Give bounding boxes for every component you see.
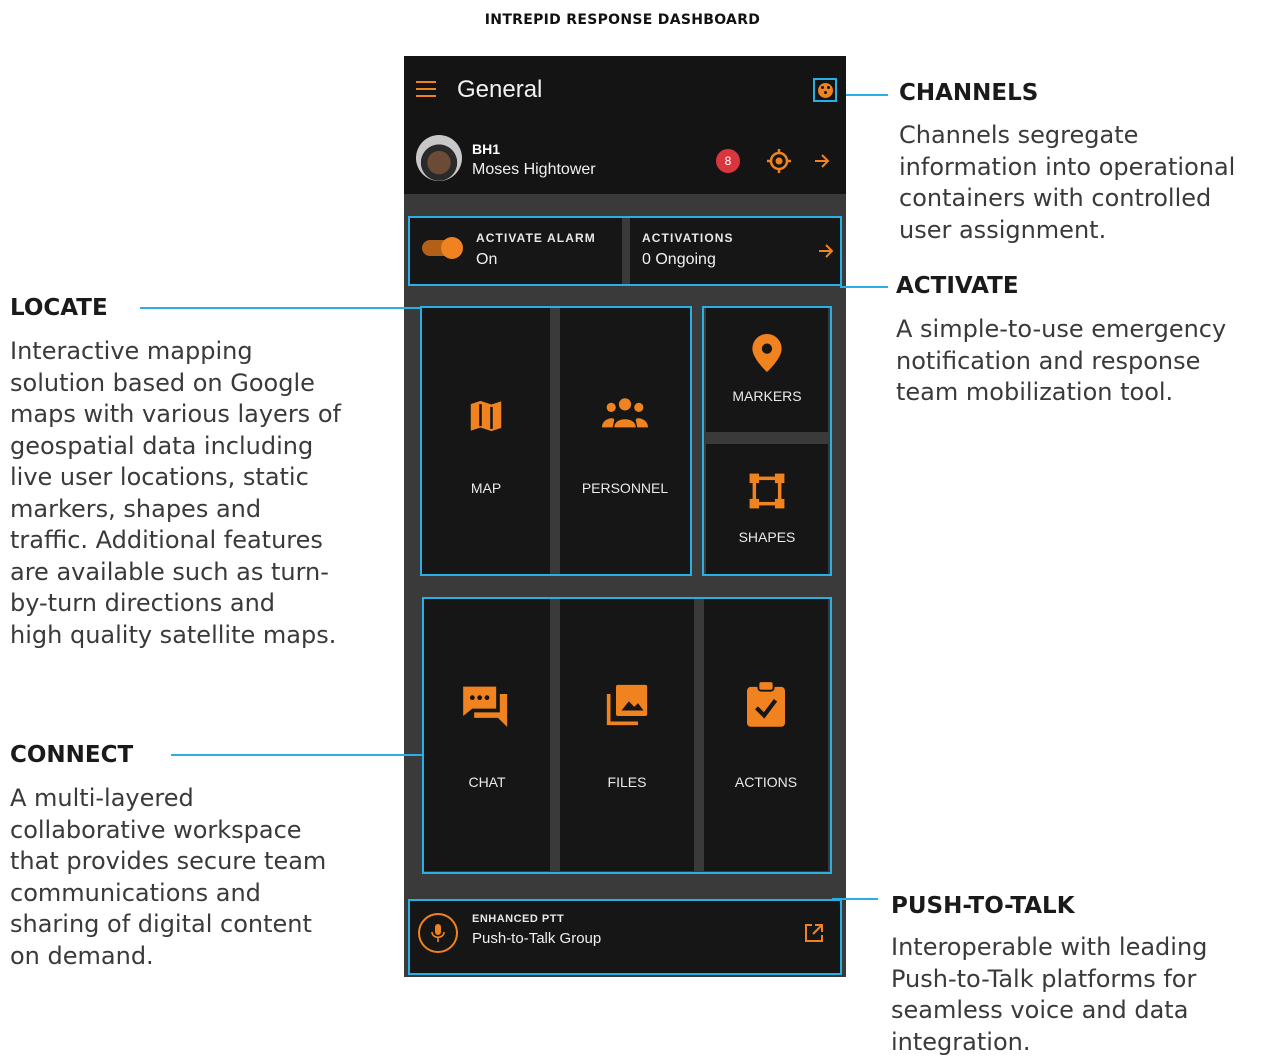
mic-icon: [431, 924, 445, 942]
toggle-icon[interactable]: [422, 237, 463, 259]
chat-icon: [463, 686, 508, 727]
files-tile[interactable]: FILES: [560, 599, 694, 871]
user-name: Moses Hightower: [472, 161, 596, 178]
locate-heading: LOCATE: [10, 295, 108, 321]
clipboard-check-icon: [747, 681, 785, 727]
actions-tile[interactable]: ACTIONS: [704, 599, 828, 871]
map-label: MAP: [470, 480, 502, 496]
connect-connector: [171, 754, 422, 756]
files-label: FILES: [607, 774, 647, 790]
channel-icon[interactable]: [813, 78, 837, 102]
shapes-label: SHAPES: [738, 529, 796, 545]
locate-connector: [140, 307, 420, 309]
activate-heading: ACTIVATE: [896, 273, 1019, 299]
activate-description: A simple-to-use emergency notification an…: [896, 315, 1227, 406]
activations-label: ACTIVATIONS: [642, 231, 734, 245]
activate-alarm-toggle[interactable]: ACTIVATE ALARM On: [410, 218, 622, 284]
channels-description: Channels segregate information into opera…: [899, 121, 1236, 244]
page-title: INTREPID RESPONSE DASHBOARD: [484, 12, 761, 28]
user-id: BH1: [472, 141, 501, 157]
marker-pin-icon: [752, 334, 782, 372]
locate-description: Interactive mapping solution based on Goo…: [10, 337, 341, 649]
shape-square-icon: [749, 473, 785, 509]
alarm-panel: ACTIVATE ALARM On ACTIVATIONS 0 Ongoing: [408, 216, 842, 286]
arrow-right-icon: [819, 244, 834, 258]
personnel-label: PERSONNEL: [581, 480, 669, 496]
phone-screen: General BH1 Moses Hightower 8 ACTIVATE A…: [404, 56, 846, 977]
ptt-label: ENHANCED PTT: [472, 913, 565, 925]
external-link-icon[interactable]: [804, 923, 824, 943]
alarm-value: On: [476, 251, 498, 268]
shapes-tile[interactable]: SHAPES: [706, 444, 828, 574]
connect-heading: CONNECT: [10, 742, 134, 768]
target-icon[interactable]: [766, 148, 792, 174]
channels-connector: [846, 94, 888, 96]
ptt-heading: PUSH-TO-TALK: [891, 893, 1075, 919]
badge-icon[interactable]: 8: [716, 149, 740, 173]
ptt-connector: [832, 898, 878, 900]
map-icon: [468, 397, 504, 435]
activations-value: 0 Ongoing: [642, 251, 716, 268]
avatar: [416, 135, 462, 181]
actions-label: ACTIONS: [734, 774, 798, 790]
markers-tile[interactable]: MARKERS: [706, 308, 828, 432]
connect-description: A multi-layered collaborative workspace t…: [10, 784, 327, 970]
personnel-tile[interactable]: PERSONNEL: [560, 308, 690, 574]
ptt-bar[interactable]: ENHANCED PTT Push-to-Talk Group: [408, 899, 842, 975]
chat-tile[interactable]: CHAT: [424, 599, 550, 871]
arrow-right-icon[interactable]: [812, 151, 832, 171]
app-bar: General: [404, 56, 846, 128]
activate-connector: [840, 286, 888, 288]
ptt-group: Push-to-Talk Group: [472, 930, 602, 947]
activations-button[interactable]: ACTIVATIONS 0 Ongoing: [630, 218, 840, 284]
map-tile[interactable]: MAP: [422, 308, 550, 574]
chat-label: CHAT: [468, 774, 506, 790]
people-icon: [602, 398, 648, 428]
markers-label: MARKERS: [732, 388, 802, 404]
alarm-label: ACTIVATE ALARM: [476, 231, 596, 245]
mic-button[interactable]: [418, 913, 458, 953]
menu-icon[interactable]: [416, 81, 436, 97]
user-bar[interactable]: BH1 Moses Hightower 8: [404, 128, 846, 194]
channel-title: General: [457, 76, 543, 103]
channels-heading: CHANNELS: [899, 80, 1039, 106]
files-icon: [606, 684, 648, 726]
ptt-description: Interoperable with leading Push-to-Talk p…: [891, 933, 1208, 1056]
